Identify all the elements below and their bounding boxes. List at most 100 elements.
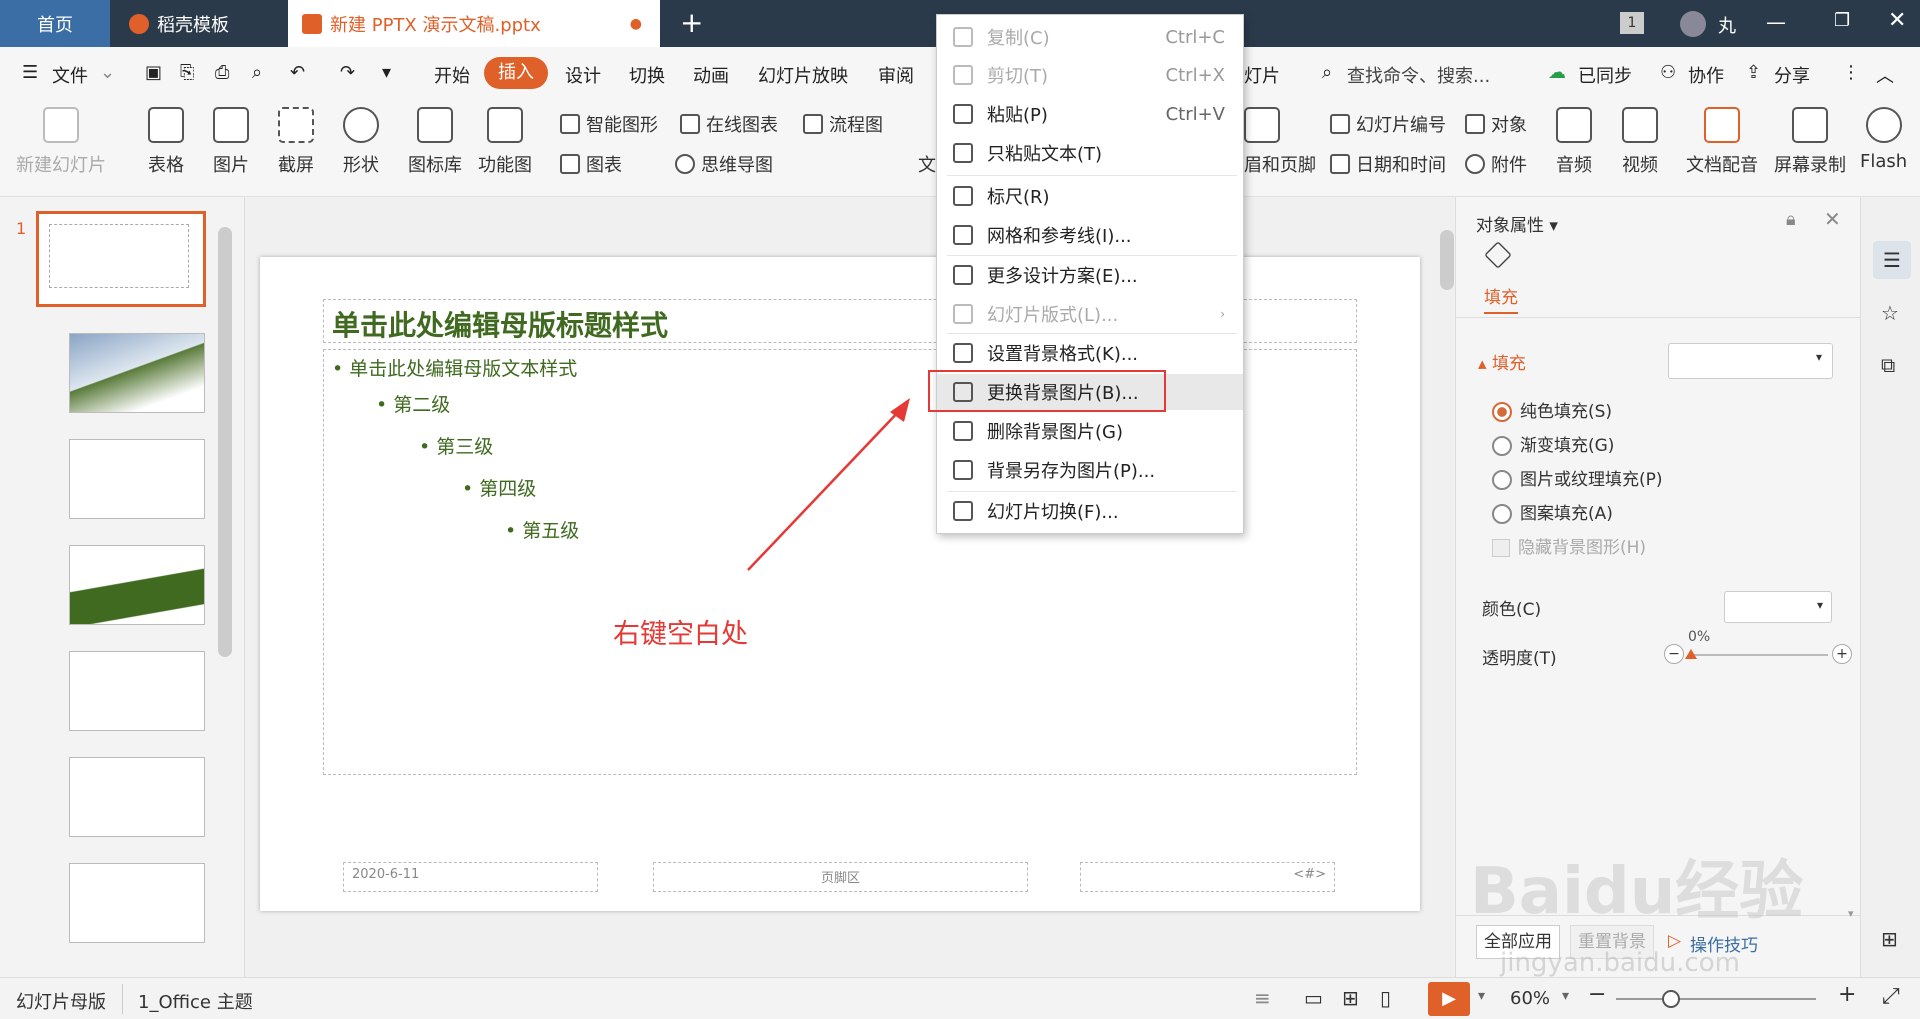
shape-button[interactable]: 形状 [343, 107, 379, 177]
panel-title[interactable]: 对象属性 ▾ [1476, 211, 1558, 236]
save-icon[interactable]: ▣ [145, 62, 162, 83]
panel-scroll-down-icon[interactable]: ▾ [1848, 907, 1854, 920]
transparency-slider-thumb[interactable] [1685, 649, 1697, 659]
slide-number-placeholder[interactable]: <#> [1080, 862, 1335, 892]
video-button[interactable]: 视频 [1622, 107, 1658, 177]
footer-placeholder[interactable]: 页脚区 [653, 862, 1028, 892]
menu-save-bg-image[interactable]: 背景另存为图片(P)... [937, 452, 1243, 488]
header-footer-button[interactable]: 眉和页脚 [1244, 151, 1316, 177]
lock-icon[interactable]: 🔒︎ [1786, 209, 1796, 230]
chart-button[interactable]: 图表 [560, 151, 622, 177]
menu-cut[interactable]: 剪切(T) Ctrl+X [937, 57, 1243, 93]
preview-icon[interactable]: ⌕ [252, 62, 262, 83]
tab-fill[interactable]: 填充 [1484, 283, 1518, 314]
picture-button[interactable]: 图片 [213, 107, 249, 177]
menu-grid[interactable]: 网格和参考线(I)... [937, 217, 1243, 253]
panel-close-icon[interactable]: ✕ [1824, 207, 1841, 231]
fill-type-select[interactable]: ▾ [1668, 343, 1833, 379]
zoom-slider-track[interactable] [1616, 998, 1816, 1000]
sorter-view-icon[interactable]: ⊞ [1342, 986, 1359, 1010]
date-placeholder[interactable]: 2020-6-11 [343, 862, 598, 892]
redo-icon[interactable]: ↷ [340, 62, 355, 83]
share-button[interactable]: 分享 [1774, 62, 1810, 88]
tab-daoke[interactable]: 稻壳模板 [115, 0, 285, 47]
radio-gradient[interactable]: 渐变填充(G) [1492, 431, 1614, 456]
play-options-chevron-icon[interactable]: ▾ [1478, 988, 1485, 1004]
transparency-minus-button[interactable]: − [1664, 644, 1684, 664]
zoom-in-icon[interactable]: + [1838, 982, 1856, 1007]
transparency-slider-track[interactable] [1688, 654, 1828, 656]
flowchart-button[interactable]: 流程图 [803, 111, 883, 137]
transparency-plus-button[interactable]: + [1832, 644, 1852, 664]
hamburger-icon[interactable]: ☰ [22, 62, 38, 83]
thumb-scrollbar[interactable] [218, 227, 232, 657]
normal-view-icon[interactable]: ▭ [1304, 986, 1323, 1010]
close-icon[interactable]: ✕ [1888, 8, 1906, 33]
fill-section-header[interactable]: ▴ 填充 [1478, 349, 1526, 374]
thumb-master-selected[interactable] [36, 211, 206, 307]
color-select[interactable]: ▾ [1724, 591, 1832, 623]
collab-button[interactable]: 协作 [1688, 62, 1724, 88]
menu-slide-layout[interactable]: 幻灯片版式(L)... › [937, 296, 1243, 332]
new-slide-button[interactable]: 新建幻灯片 [16, 107, 106, 177]
zoom-out-icon[interactable]: − [1588, 982, 1606, 1007]
more-tools-icon[interactable]: ⊞ [1881, 927, 1898, 951]
menu-design[interactable]: 设计 [565, 62, 601, 88]
menu-slide-transition[interactable]: 幻灯片切换(F)... [937, 493, 1243, 529]
minimize-icon[interactable]: — [1766, 10, 1786, 34]
zoom-slider-thumb[interactable] [1662, 990, 1680, 1008]
transition-tool-icon[interactable]: ⧉ [1881, 353, 1895, 377]
thumb-layout-5[interactable] [69, 757, 205, 837]
new-tab-plus-icon[interactable]: + [680, 6, 703, 39]
search-input[interactable]: 查找命令、搜索... [1347, 62, 1490, 88]
undo-icon[interactable]: ↶ [290, 62, 305, 83]
header-footer-icon-partial[interactable] [1244, 107, 1280, 151]
menu-bg-format[interactable]: 设置背景格式(K)... [937, 335, 1243, 371]
tab-home[interactable]: 首页 [0, 0, 110, 47]
sync-status[interactable]: 已同步 [1578, 62, 1632, 88]
radio-picture[interactable]: 图片或纹理填充(P) [1492, 465, 1663, 490]
properties-tool-icon[interactable]: ☰ [1873, 241, 1911, 279]
radio-solid[interactable]: 纯色填充(S) [1492, 397, 1612, 422]
menu-transition[interactable]: 切换 [629, 62, 665, 88]
export-icon[interactable]: ⎘ [180, 62, 194, 83]
menu-slideshow[interactable]: 幻灯片放映 [758, 62, 848, 88]
menu-review[interactable]: 审阅 [878, 62, 914, 88]
slide-master[interactable]: 单击此处编辑母版标题样式 • 单击此处编辑母版文本样式 • 第二级 • 第三级 … [260, 257, 1420, 911]
screen-record-button[interactable]: 屏幕录制 [1774, 107, 1846, 177]
more-icon[interactable]: ⋮ [1842, 62, 1860, 83]
file-menu[interactable]: 文件 [52, 62, 88, 88]
menu-start[interactable]: 开始 [434, 62, 470, 88]
reading-view-icon[interactable]: ▯ [1380, 986, 1391, 1010]
attachment-button[interactable]: 附件 [1465, 151, 1527, 177]
slide-number-button[interactable]: 幻灯片编号 [1330, 111, 1446, 137]
screenshot-button[interactable]: 截屏 [278, 107, 314, 177]
maximize-icon[interactable]: ❐ [1834, 10, 1850, 31]
canvas-scrollbar[interactable] [1440, 230, 1454, 290]
text-button-partial[interactable]: 文 [918, 151, 936, 177]
menu-slide-partial[interactable]: 灯片 [1244, 62, 1280, 88]
play-slideshow-button[interactable]: ▶ [1428, 982, 1470, 1016]
fit-window-icon[interactable]: ⤢ [1882, 984, 1900, 1009]
print-icon[interactable]: ⎙ [215, 62, 229, 83]
thumb-layout-2[interactable] [69, 439, 205, 519]
online-chart-button[interactable]: 在线图表 [680, 111, 778, 137]
menu-animation[interactable]: 动画 [693, 62, 729, 88]
thumb-layout-title[interactable] [69, 333, 205, 413]
window-count-badge[interactable]: 1 [1620, 12, 1644, 34]
chevron-down-icon[interactable]: ⌄ [100, 62, 115, 83]
animation-tool-icon[interactable]: ☆ [1881, 301, 1899, 325]
tab-document[interactable]: 新建 PPTX 演示文稿.pptx ● [288, 0, 660, 47]
table-button[interactable]: 表格 [148, 107, 184, 177]
hide-bg-checkbox[interactable]: 隐藏背景图形(H) [1492, 533, 1646, 558]
zoom-chevron-icon[interactable]: ▾ [1562, 988, 1569, 1004]
smart-shape-button[interactable]: 智能图形 [560, 111, 658, 137]
icon-library-button[interactable]: 图标库 [408, 107, 462, 177]
search-icon[interactable]: ⌕ [1322, 62, 1332, 83]
audio-button[interactable]: 音频 [1556, 107, 1592, 177]
datetime-button[interactable]: 日期和时间 [1330, 151, 1446, 177]
thumb-layout-6[interactable] [69, 863, 205, 943]
menu-insert-active[interactable]: 插入 [484, 57, 548, 89]
doc-voice-button[interactable]: 文档配音 [1686, 107, 1758, 177]
mindmap-button[interactable]: 思维导图 [675, 151, 773, 177]
